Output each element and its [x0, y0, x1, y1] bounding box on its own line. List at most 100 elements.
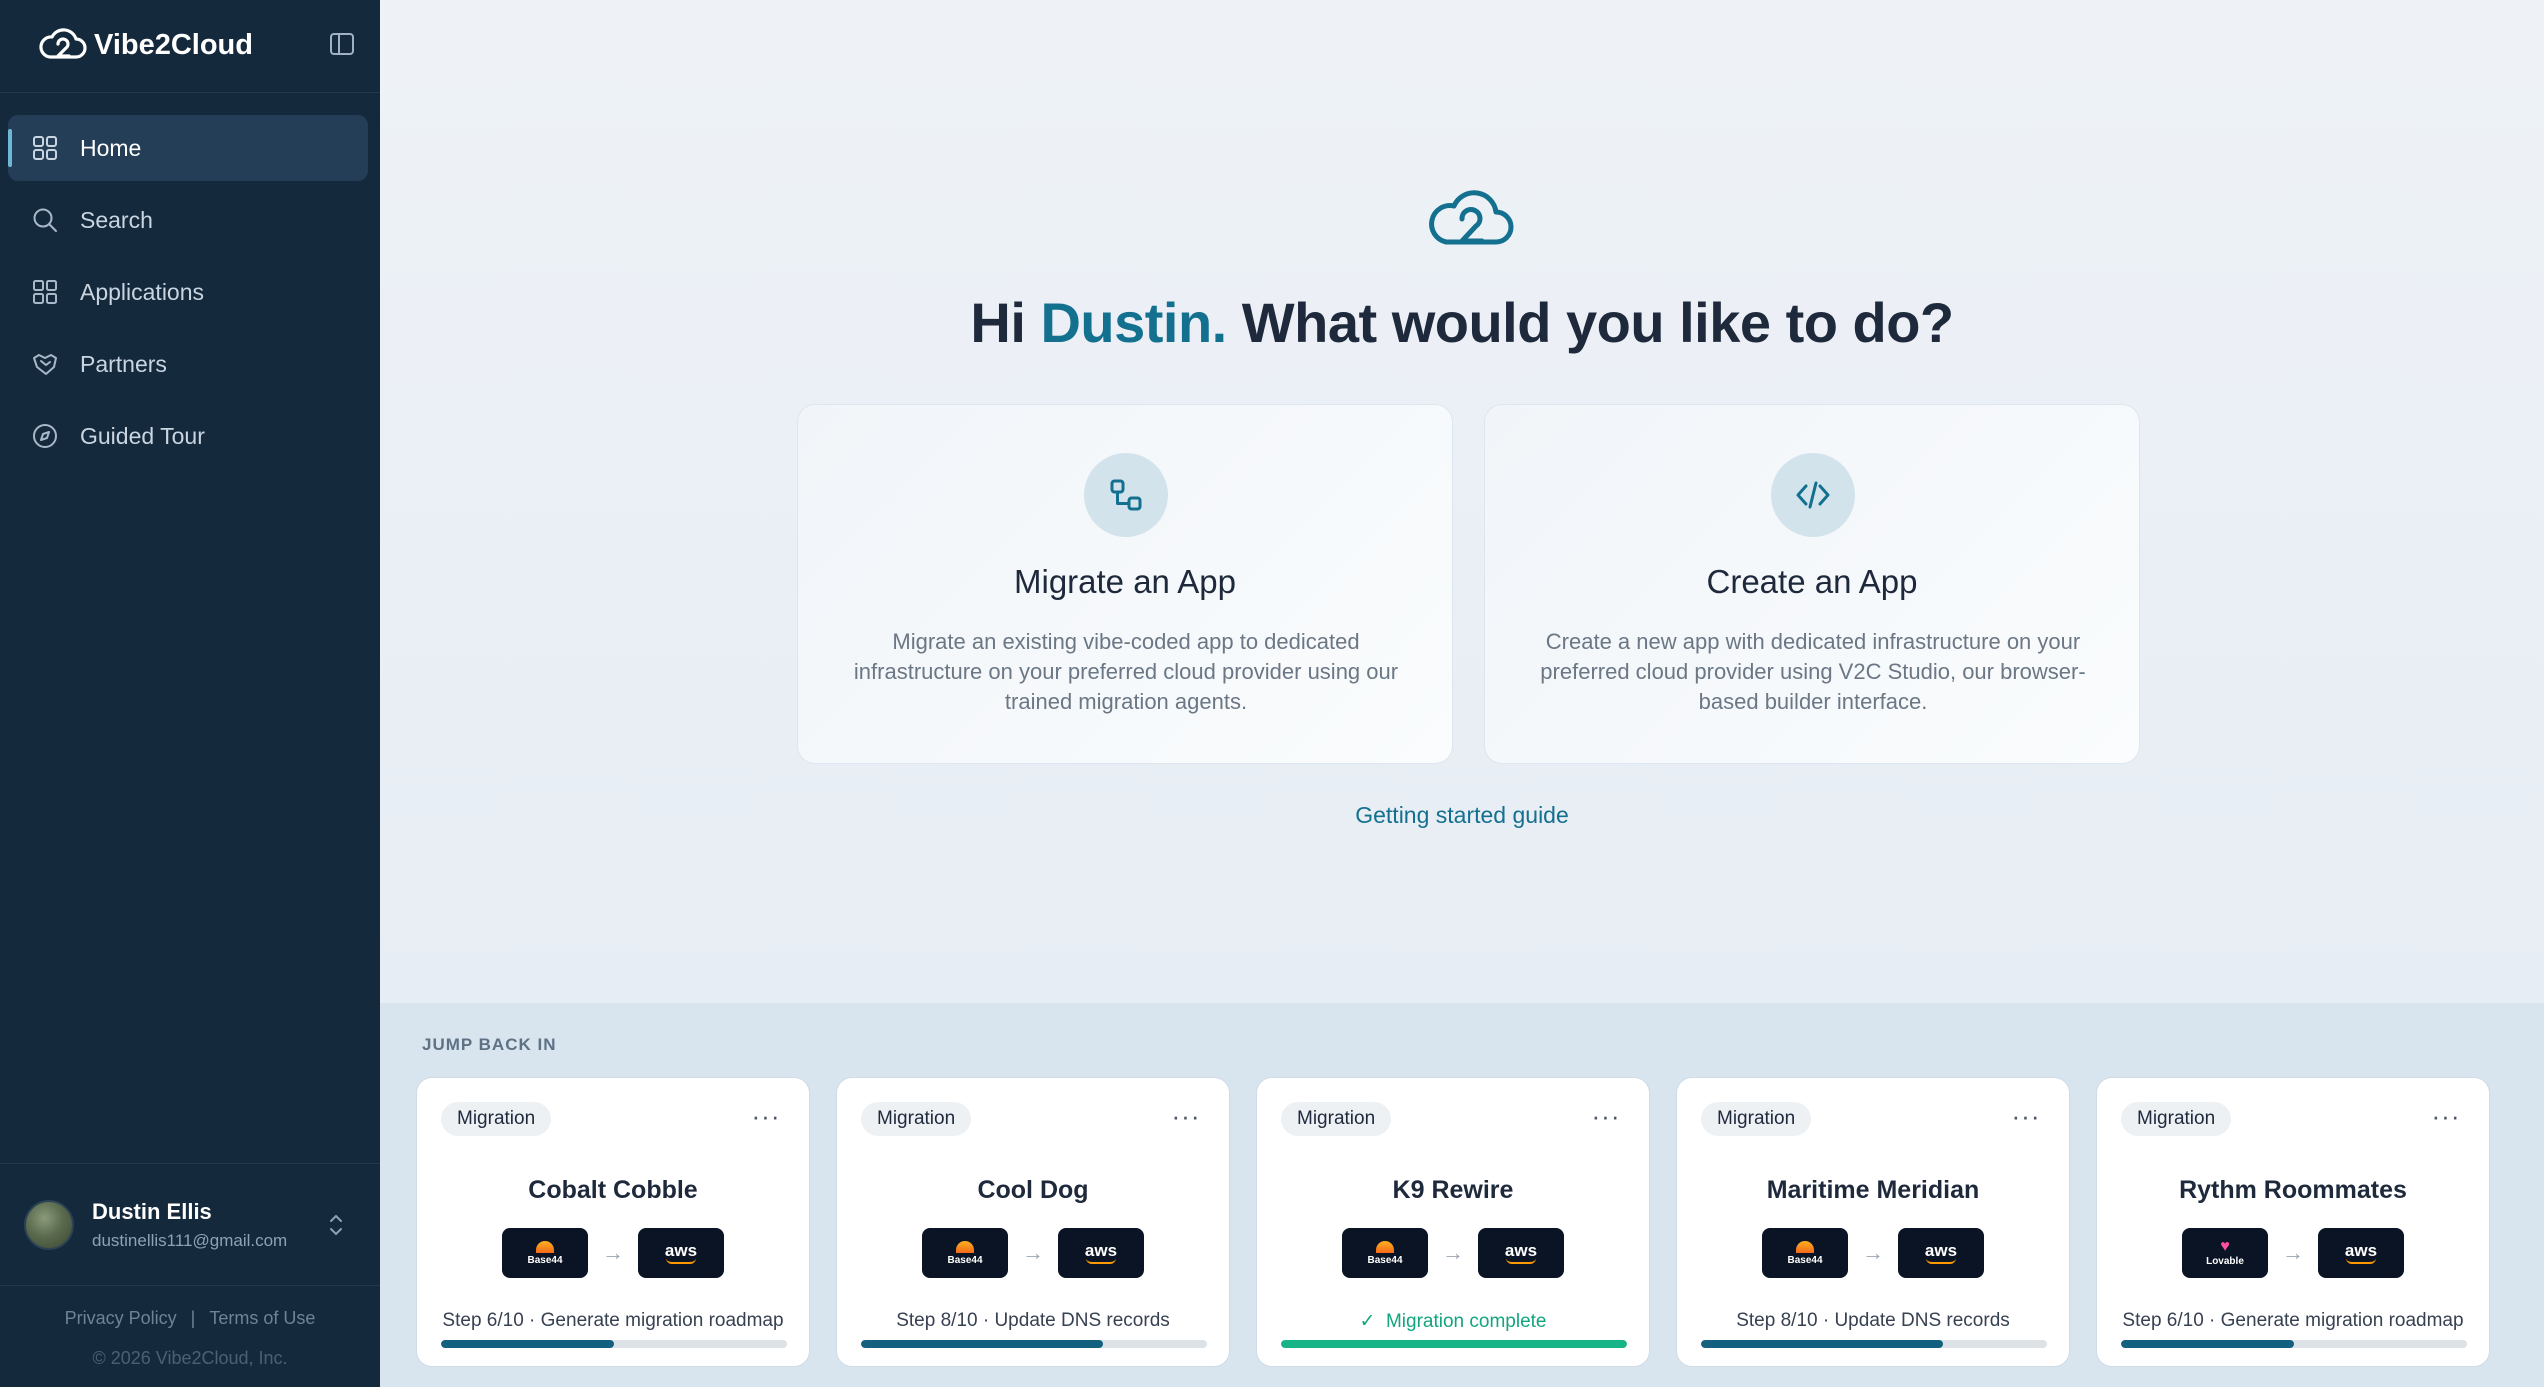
- page-title: Hi Dustin. What would you like to do?: [380, 290, 2544, 355]
- sidebar-item-label: Search: [80, 206, 153, 233]
- migrate-nodes-icon: [1110, 479, 1142, 511]
- project-card[interactable]: Migration ··· Cool Dog Base44 → aws Step 8/10 …: [836, 1077, 1230, 1367]
- platform-target-label: aws: [1084, 1240, 1118, 1260]
- card-description: Migrate an existing vibe-coded app to de…: [853, 629, 1399, 714]
- platform-source-label: Lovable: [2206, 1255, 2244, 1267]
- avatar: [24, 1200, 74, 1250]
- status-text: Step 6/10 · Generate migration roadmap: [2122, 1310, 2464, 1331]
- legal-links: Privacy Policy | Terms of Use: [0, 1308, 380, 1329]
- legal-separator: |: [190, 1308, 196, 1328]
- aws-logo: aws: [638, 1228, 724, 1278]
- progress-bar: [1281, 1340, 1627, 1348]
- section-title: JUMP BACK IN: [422, 1035, 557, 1054]
- sidebar-item-partners[interactable]: Partners: [8, 331, 368, 397]
- card-description: Create a new app with dedicated infrastr…: [1540, 629, 2086, 714]
- greeting-question: What would you like to do?: [1241, 291, 1954, 354]
- project-title: K9 Rewire: [1392, 1176, 1514, 1204]
- base44-sun-icon: [536, 1240, 554, 1253]
- more-options-button[interactable]: ···: [1171, 1103, 1201, 1132]
- type-badge: Migration: [1281, 1102, 1392, 1136]
- card-icon-circle: [1771, 453, 1855, 537]
- type-badge: Migration: [441, 1102, 552, 1136]
- aws-smile-icon: [666, 1258, 696, 1264]
- migration-path: Base44 → aws: [417, 1228, 809, 1278]
- greeting-prefix: Hi: [970, 291, 1026, 354]
- progress-fill: [861, 1340, 1104, 1348]
- project-card[interactable]: Migration ··· Maritime Meridian Base44 → aws S…: [1676, 1077, 2070, 1367]
- source-platform-logo: ♥ Lovable: [2182, 1228, 2268, 1278]
- more-options-button[interactable]: ···: [2431, 1103, 2461, 1132]
- sidebar-item-guided-tour[interactable]: Guided Tour: [8, 403, 368, 469]
- card-icon-circle: [1084, 453, 1168, 537]
- sidebar-item-search[interactable]: Search: [8, 187, 368, 253]
- type-badge: Migration: [2121, 1102, 2232, 1136]
- handshake-icon: [33, 354, 57, 375]
- create-app-card[interactable]: Create an App Create a new app with dedi…: [1484, 404, 2140, 764]
- source-platform-logo: Base44: [1762, 1228, 1848, 1278]
- sidebar-nav: Home Search Applications Partners Guided…: [8, 115, 368, 475]
- sidebar-panel-icon: [330, 33, 354, 55]
- arrow-right-icon: →: [1442, 1240, 1464, 1265]
- migration-status: Step 8/10 · Update DNS records: [1677, 1310, 2069, 1332]
- compass-icon: [33, 424, 57, 448]
- sidebar-item-home[interactable]: Home: [8, 115, 368, 181]
- arrow-right-icon: →: [602, 1240, 624, 1265]
- platform-target-label: aws: [1924, 1240, 1958, 1260]
- type-badge: Migration: [861, 1102, 972, 1136]
- sidebar: Vibe2Cloud Home Search Applications Part…: [0, 0, 380, 1387]
- migration-path: Base44 → aws: [837, 1228, 1229, 1278]
- main-content: Hi Dustin. What would you like to do? Mi…: [380, 0, 2544, 1003]
- sidebar-item-label: Applications: [80, 278, 205, 305]
- migration-status: Step 6/10 · Generate migration roadmap: [2097, 1310, 2489, 1332]
- aws-smile-icon: [1926, 1258, 1956, 1264]
- project-card[interactable]: Migration ··· Rythm Roommates ♥ Lovable → aws S…: [2096, 1077, 2490, 1367]
- apps-grid-icon: [33, 280, 57, 304]
- terms-of-use-link[interactable]: Terms of Use: [209, 1308, 315, 1328]
- migration-path: Base44 → aws: [1257, 1228, 1649, 1278]
- project-card[interactable]: Migration ··· K9 Rewire Base44 → aws ✓ Migrati…: [1256, 1077, 1650, 1367]
- getting-started-link[interactable]: Getting started guide: [380, 802, 2544, 829]
- progress-fill: [441, 1340, 614, 1348]
- lovable-heart-icon: ♥: [2220, 1237, 2230, 1255]
- project-card[interactable]: Migration ··· Cobalt Cobble Base44 → aws Step …: [416, 1077, 810, 1367]
- type-badge: Migration: [1701, 1102, 1812, 1136]
- progress-bar: [441, 1340, 787, 1348]
- status-text: Step 8/10 · Update DNS records: [896, 1310, 1170, 1331]
- cloud-logo-icon: [39, 28, 87, 59]
- more-options-button[interactable]: ···: [1591, 1103, 1621, 1132]
- card-title: Create an App: [1706, 563, 1918, 600]
- arrow-right-icon: →: [1862, 1240, 1884, 1265]
- sidebar-divider: [0, 92, 380, 93]
- sidebar-item-applications[interactable]: Applications: [8, 259, 368, 325]
- sidebar-toggle-button[interactable]: [326, 28, 358, 60]
- jump-back-in-section: JUMP BACK IN Migration ··· Cobalt Cobble Ba…: [380, 1003, 2544, 1387]
- status-text: Step 6/10 · Generate migration roadmap: [442, 1310, 784, 1331]
- project-title: Rythm Roommates: [2179, 1176, 2407, 1204]
- platform-target-label: aws: [1504, 1240, 1538, 1260]
- cloud-logo-icon: [1429, 190, 1514, 245]
- sidebar-item-label: Partners: [80, 350, 167, 377]
- source-platform-logo: Base44: [1342, 1228, 1428, 1278]
- migrate-app-card[interactable]: Migrate an App Migrate an existing vibe-…: [797, 404, 1453, 764]
- more-options-button[interactable]: ···: [751, 1103, 781, 1132]
- brand-name: Vibe2Cloud: [94, 28, 253, 61]
- migration-path: Base44 → aws: [1677, 1228, 2069, 1278]
- arrow-right-icon: →: [1022, 1240, 1044, 1265]
- user-name: Dustin Ellis: [92, 1199, 212, 1224]
- project-title: Cool Dog: [977, 1176, 1089, 1204]
- platform-target-label: aws: [664, 1240, 698, 1260]
- platform-target-label: aws: [2344, 1240, 2378, 1260]
- aws-smile-icon: [1086, 1258, 1116, 1264]
- progress-bar: [861, 1340, 1207, 1348]
- base44-sun-icon: [1796, 1240, 1814, 1253]
- privacy-policy-link[interactable]: Privacy Policy: [65, 1308, 177, 1328]
- progress-bar: [2121, 1340, 2467, 1348]
- migration-status: Step 6/10 · Generate migration roadmap: [417, 1310, 809, 1332]
- more-options-button[interactable]: ···: [2011, 1103, 2041, 1132]
- brand-logo[interactable]: Vibe2Cloud: [38, 24, 253, 66]
- migration-status: ✓ Migration complete: [1257, 1310, 1649, 1333]
- sidebar-item-label: Guided Tour: [80, 422, 205, 449]
- project-title: Cobalt Cobble: [528, 1176, 698, 1204]
- user-menu[interactable]: Dustin Ellis dustinellis111@gmail.com: [24, 1195, 356, 1255]
- migration-status: Step 8/10 · Update DNS records: [837, 1310, 1229, 1332]
